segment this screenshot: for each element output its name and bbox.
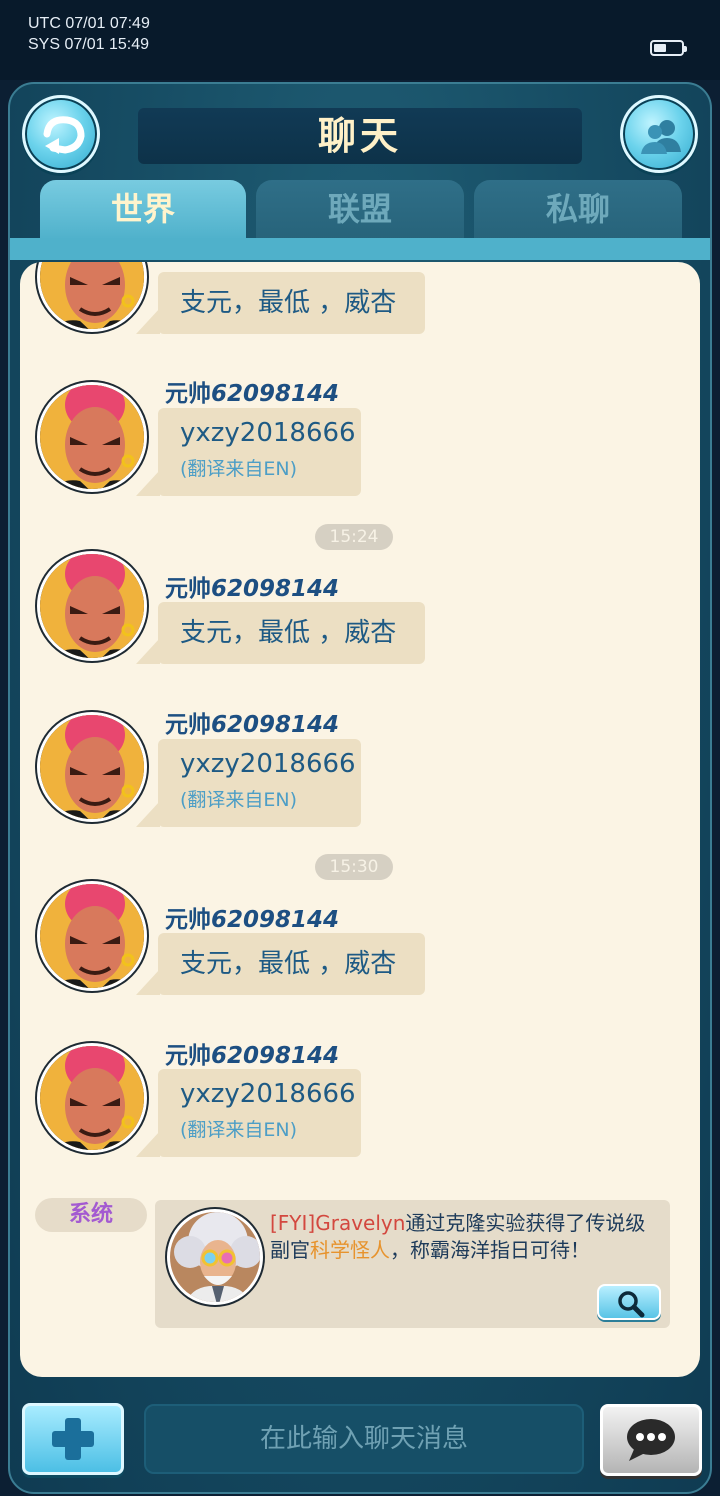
avatar[interactable] [37,382,147,492]
tab-underline [10,238,710,260]
system-message-text: [FYI]Gravelyn通过克隆实验获得了传说级副官科学怪人，称霸海洋指日可待… [270,1210,650,1264]
avatar[interactable] [37,881,147,991]
message-bubble: 支元，最低 ，威杏 [136,272,425,334]
battery-level [654,44,666,52]
translation-note: (翻译来自EN) [180,1119,298,1141]
utc-time: UTC 07/01 07:49 [28,15,150,32]
sender-id: 62098144 [211,907,340,933]
message-bubble: 支元，最低 ，威杏 [136,933,425,995]
chat-input[interactable]: 在此输入聊天消息 [144,1404,584,1474]
player-name[interactable]: [FYI]Gravelyn [270,1211,405,1235]
battery-icon [650,40,687,56]
message-text: 支元，最低 ，威杏 [180,949,397,979]
sender-title: 元帅 [165,381,211,407]
message-bubble: yxzy2018666 (翻译来自EN) [136,408,361,496]
message-bubble: yxzy2018666 (翻译来自EN) [136,1069,361,1157]
plus-icon [52,1418,94,1460]
translation-note: (翻译来自EN) [180,458,298,480]
sender-id: 62098144 [211,381,340,407]
avatar[interactable] [37,551,147,661]
scientist-avatar[interactable] [167,1209,263,1305]
view-details-button[interactable] [597,1284,661,1320]
send-button[interactable] [600,1404,702,1476]
system-text-part: ，称霸海洋指日可待！ [390,1238,590,1262]
friends-icon [641,120,681,154]
sender-title: 元帅 [165,907,211,933]
sender-name[interactable]: 元帅62098144 [165,374,339,408]
message-text: yxzy2018666 [180,749,356,779]
tab-world[interactable]: 世界 [40,180,246,240]
message-text: 支元，最低 ，威杏 [180,618,397,648]
message-text: yxzy2018666 [180,1079,356,1109]
return-arrow-icon [43,116,85,154]
sender-name[interactable]: 元帅62098144 [165,705,339,739]
sender-id: 62098144 [211,576,340,602]
sender-id: 62098144 [211,1043,340,1069]
avatar[interactable] [37,262,147,332]
avatar[interactable] [37,712,147,822]
sender-name[interactable]: 元帅62098144 [165,1036,339,1070]
sender-name[interactable]: 元帅62098144 [165,569,339,603]
timestamp: 15:24 [315,524,393,550]
sender-title: 元帅 [165,576,211,602]
add-button[interactable] [22,1403,124,1475]
sender-title: 元帅 [165,712,211,738]
avatar[interactable] [37,1043,147,1153]
system-label: 系统 [35,1198,147,1232]
message-text: 支元，最低 ，威杏 [180,288,397,318]
message-bubble: yxzy2018666 (翻译来自EN) [136,739,361,827]
tab-private[interactable]: 私聊 [474,180,682,240]
back-button[interactable] [22,95,100,173]
friends-button[interactable] [620,95,698,173]
sender-name[interactable]: 元帅62098144 [165,900,339,934]
message-text: yxzy2018666 [180,418,356,448]
page-title: 聊天 [317,114,402,158]
message-bubble: 支元，最低 ，威杏 [136,602,425,664]
magnifier-icon [618,1291,645,1318]
sys-time: SYS 07/01 15:49 [28,36,149,53]
officer-name[interactable]: 科学怪人 [310,1238,390,1262]
tab-alliance[interactable]: 联盟 [256,180,464,240]
chat-message-list[interactable]: 支元，最低 ，威杏 元帅62098144 yxzy2018666 (翻译来自EN… [20,262,700,1377]
chat-bubble-icon [627,1419,675,1461]
translation-note: (翻译来自EN) [180,789,298,811]
timestamp: 15:30 [315,854,393,880]
sender-id: 62098144 [211,712,340,738]
status-bar: UTC 07/01 07:49 SYS 07/01 15:49 [0,0,720,80]
sender-title: 元帅 [165,1043,211,1069]
